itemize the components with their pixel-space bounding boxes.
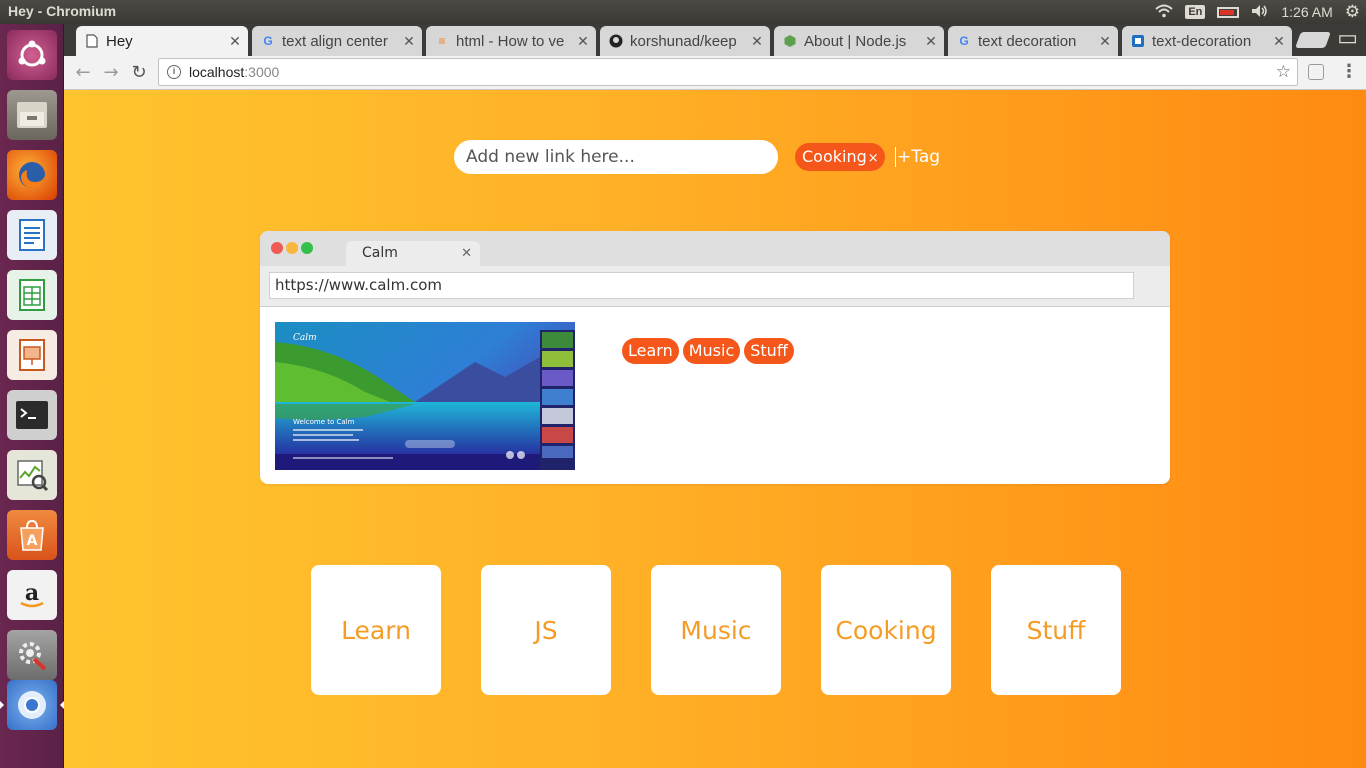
software-center-icon[interactable]: A [7,510,57,560]
tab-close-icon[interactable]: ✕ [748,33,766,50]
category-tile-cooking[interactable]: Cooking [821,565,951,695]
card-tag-learn[interactable]: Learn [622,338,679,364]
wifi-icon[interactable] [1155,4,1173,21]
amazon-icon[interactable]: a [7,570,57,620]
close-dot-icon [271,242,283,254]
url-host: localhost [189,64,245,80]
stackoverflow-icon: ≡ [438,34,446,48]
volume-icon[interactable] [1251,4,1269,21]
forward-arrow-icon[interactable]: → [100,62,122,84]
page-content: Cooking× +Tag Calm ✕ https://www.calm.co… [64,90,1366,768]
nodejs-icon [782,33,798,49]
battery-icon[interactable] [1217,6,1240,18]
new-tab-button[interactable] [1295,32,1331,48]
indicator-area: En 1:26 AM ⚙ [1155,0,1360,24]
keyboard-layout-indicator[interactable]: En [1185,5,1206,19]
minimize-dot-icon [286,242,298,254]
tab-label: text decoration [978,32,1077,50]
card-tag-music[interactable]: Music [682,338,741,364]
tab-text-align-center[interactable]: G text align center ✕ [252,26,422,56]
system-monitor-icon[interactable] [7,450,57,500]
link-thumbnail[interactable]: Calm Welcome to Calm [275,322,575,470]
tab-close-icon[interactable]: ✕ [400,33,418,50]
tab-text-decoration-mdn[interactable]: text-decoration ✕ [1122,26,1292,56]
link-card[interactable]: Calm ✕ https://www.calm.com Calm Welcome… [260,231,1170,484]
tab-close-icon[interactable]: ✕ [1096,33,1114,50]
firefox-icon[interactable] [7,150,57,200]
address-bar[interactable]: i localhost:3000 ☆ [158,58,1298,86]
mdn-icon [1130,33,1146,49]
window-menu-icon[interactable]: ▭ [1337,26,1358,51]
terminal-icon[interactable] [7,390,57,440]
browser-toolbar: ← → ↻ i localhost:3000 ☆ ⋮ [64,56,1366,90]
card-tag-stuff[interactable]: Stuff [744,338,794,364]
tab-label: korshunad/keep [630,32,737,50]
page-icon [84,33,100,49]
tab-close-icon[interactable]: ✕ [1270,33,1288,50]
tab-html-how-to[interactable]: ≡ html - How to ve ✕ [426,26,596,56]
tab-close-icon[interactable]: ✕ [574,33,592,50]
selected-tag-label: Cooking [802,147,867,166]
add-tag-input[interactable]: +Tag [895,147,940,167]
selected-tag-chip: Cooking× [795,143,885,171]
back-arrow-icon[interactable]: ← [72,62,94,84]
card-titlebar: Calm ✕ [260,231,1170,266]
card-url[interactable]: https://www.calm.com [269,272,1134,299]
category-tile-stuff[interactable]: Stuff [991,565,1121,695]
tab-about-nodejs[interactable]: About | Node.js ✕ [774,26,944,56]
tab-close-icon[interactable]: ✕ [226,33,244,50]
libreoffice-impress-icon[interactable] [7,330,57,380]
system-top-panel: Hey - Chromium En 1:26 AM ⚙ [0,0,1366,24]
svg-text:A: A [27,533,38,549]
launcher: A a [0,24,64,768]
tab-close-icon[interactable]: ✕ [922,33,940,50]
chromium-window: Hey ✕ G text align center ✕ ≡ html - How… [64,24,1366,768]
tab-label: Hey [106,32,133,50]
google-icon: G [263,34,273,48]
add-link-input[interactable] [454,140,778,174]
info-icon[interactable]: i [167,65,181,79]
remove-tag-icon[interactable]: × [868,151,879,166]
tab-label: text align center [282,32,388,50]
tab-github-korshunad[interactable]: korshunad/keep ✕ [600,26,770,56]
extension-icon[interactable] [1308,64,1324,80]
category-tile-js[interactable]: JS [481,565,611,695]
tab-label: About | Node.js [804,32,907,50]
card-tab-close-icon[interactable]: ✕ [461,241,472,266]
clock[interactable]: 1:26 AM [1281,4,1332,20]
gear-icon[interactable]: ⚙ [1345,2,1360,22]
tab-hey[interactable]: Hey ✕ [76,26,248,56]
category-tile-learn[interactable]: Learn [311,565,441,695]
thumbnail-heading: Welcome to Calm [293,418,355,426]
menu-dots-icon[interactable]: ⋮ [1340,61,1358,82]
libreoffice-writer-icon[interactable] [7,210,57,260]
github-icon [608,33,624,49]
svg-text:a: a [25,580,39,606]
tab-strip: Hey ✕ G text align center ✕ ≡ html - How… [64,24,1366,56]
card-tag-list: Learn Music Stuff [622,338,794,364]
reload-icon[interactable]: ↻ [128,62,150,84]
ubuntu-dash-icon[interactable] [7,30,57,80]
tab-text-decoration-google[interactable]: G text decoration ✕ [948,26,1118,56]
card-url-bar: https://www.calm.com [260,266,1170,307]
tab-label: text-decoration [1152,32,1252,50]
category-tile-music[interactable]: Music [651,565,781,695]
maximize-dot-icon [301,242,313,254]
url-port: :3000 [244,64,280,80]
libreoffice-calc-icon[interactable] [7,270,57,320]
add-tag-label: +Tag [897,147,941,167]
card-tab-title: Calm [362,245,398,261]
thumbnail-logo: Calm [293,333,317,343]
text-cursor [895,147,896,167]
files-icon[interactable] [7,90,57,140]
google-icon: G [959,34,969,48]
category-tiles: Learn JS Music Cooking Stuff [311,565,1121,695]
tab-label: html - How to ve [456,32,565,50]
chromium-icon[interactable] [0,680,64,730]
system-settings-icon[interactable] [7,630,57,680]
window-title: Hey - Chromium [8,3,117,19]
bookmark-star-icon[interactable]: ☆ [1276,62,1291,82]
card-tab: Calm ✕ [346,241,480,266]
